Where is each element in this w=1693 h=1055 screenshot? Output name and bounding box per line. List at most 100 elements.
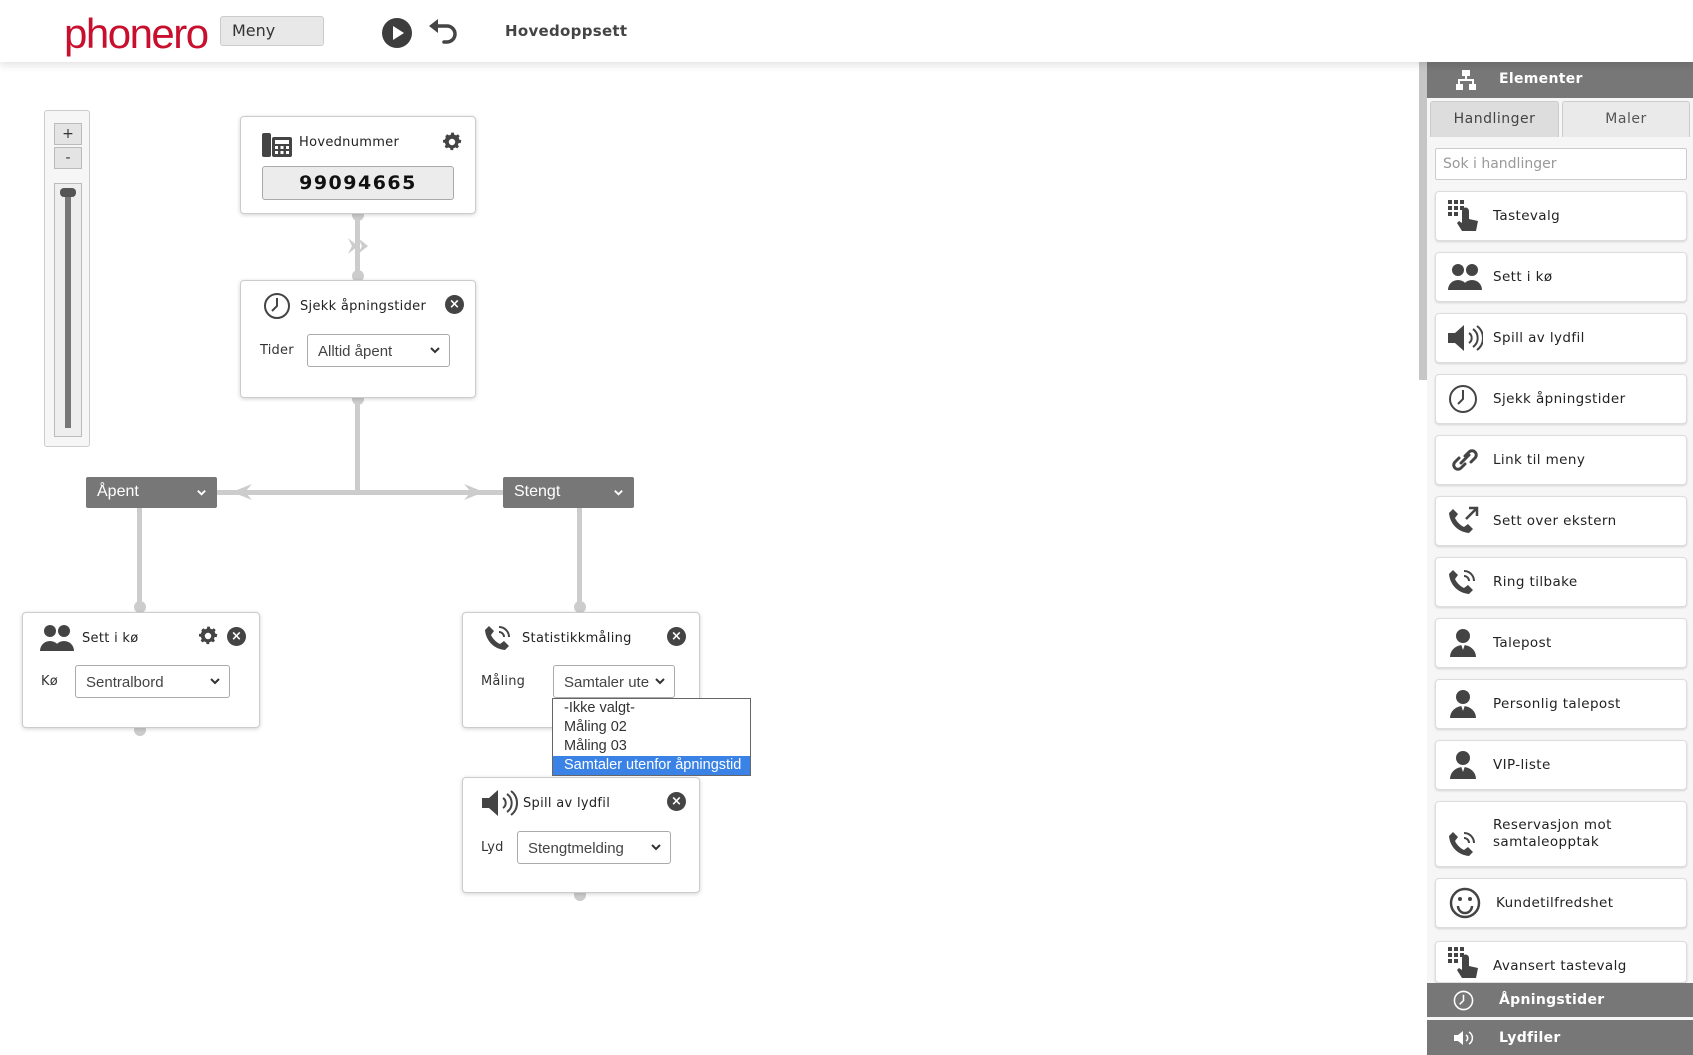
dropdown-option-selected[interactable]: Samtaler utenfor åpningstid: [553, 756, 750, 775]
zoom-in-button[interactable]: +: [54, 123, 82, 145]
action-label: Sett over ekstern: [1493, 513, 1617, 529]
gear-icon[interactable]: [441, 131, 463, 153]
action-item-tastevalg[interactable]: Tastevalg: [1435, 191, 1687, 241]
page-title: Hovedoppsett: [505, 22, 628, 40]
chevron-down-icon: [197, 490, 206, 496]
action-item-link-til-meny[interactable]: Link til meny: [1435, 435, 1687, 485]
flow-canvas[interactable]: [0, 62, 1418, 1055]
action-label: Sjekk åpningstider: [1493, 391, 1626, 407]
action-label: Talepost: [1493, 635, 1552, 651]
sidebar-section-label: Lydfiler: [1499, 1030, 1561, 1046]
stats-dropdown-list[interactable]: -Ikke valgt- Måling 02 Måling 03 Samtale…: [552, 698, 751, 776]
queue-select-value: Sentralbord: [86, 674, 164, 691]
field-label: Lyd: [481, 840, 504, 855]
node-title: Hovednummer: [299, 135, 400, 150]
link-icon: [1452, 449, 1478, 471]
branch-closed-select[interactable]: Stengt: [503, 477, 634, 508]
sidebar-section-apningstider[interactable]: Åpningstider: [1427, 983, 1693, 1017]
phone-signal-icon: [485, 626, 510, 650]
action-item-sett-i-ko[interactable]: Sett i kø: [1435, 252, 1687, 302]
dropdown-option[interactable]: -Ikke valgt-: [553, 699, 750, 718]
sidebar-section-lydfiler[interactable]: Lydfiler: [1427, 1020, 1693, 1055]
speaker-icon: [1448, 325, 1483, 351]
zoom-slider-track: [65, 190, 71, 428]
queue-select[interactable]: Sentralbord: [75, 665, 230, 698]
zoom-slider-handle[interactable]: [60, 188, 76, 197]
action-item-spill-av-lydfil[interactable]: Spill av lydfil: [1435, 313, 1687, 363]
keypad-icon: [1448, 200, 1478, 231]
play-button[interactable]: [382, 18, 412, 48]
speaker-icon: [482, 790, 518, 816]
dropdown-option[interactable]: Måling 02: [553, 718, 750, 737]
node-title: Sett i kø: [82, 631, 139, 646]
connector-line: [216, 490, 504, 495]
action-item-reservasjon-mot-samtaleopptak[interactable]: Reservasjon mot samtaleopptak: [1435, 801, 1687, 867]
action-label: Reservasjon mot samtaleopptak: [1493, 817, 1612, 850]
chevron-down-icon: [210, 678, 220, 685]
node-title: Spill av lydfil: [523, 796, 611, 811]
clock-icon: [1449, 385, 1477, 413]
action-item-personlig-talepost[interactable]: Personlig talepost: [1435, 679, 1687, 729]
keypad-icon: [1448, 947, 1478, 978]
zoom-out-button[interactable]: -: [54, 147, 82, 169]
close-icon[interactable]: ×: [227, 627, 246, 646]
menu-select[interactable]: Meny: [220, 16, 324, 46]
zoom-control: + -: [44, 110, 90, 447]
undo-icon[interactable]: [426, 16, 460, 50]
audio-select[interactable]: Stengtmelding: [517, 831, 671, 864]
connector-line: [355, 399, 360, 495]
node-title: Statistikkmåling: [522, 631, 632, 646]
user-icon: [1450, 751, 1476, 779]
action-label: Spill av lydfil: [1493, 330, 1585, 346]
node-check-hours[interactable]: Sjekk åpningstider × Tider Alltid åpent: [240, 280, 476, 398]
hours-select[interactable]: Alltid åpent: [307, 334, 450, 367]
field-label: Kø: [41, 674, 58, 689]
phone-signal-icon: [1449, 832, 1475, 856]
branch-open-select[interactable]: Åpent: [86, 477, 217, 508]
action-label: Link til meny: [1493, 452, 1586, 468]
close-icon[interactable]: ×: [667, 627, 686, 646]
action-label: Avansert tastevalg: [1493, 958, 1627, 974]
zoom-slider[interactable]: [54, 183, 82, 437]
sidebar-header-label: Elementer: [1499, 71, 1583, 87]
action-item-talepost[interactable]: Talepost: [1435, 618, 1687, 668]
chevron-down-icon: [614, 490, 623, 496]
phone-signal-icon: [1449, 570, 1475, 594]
sitemap-icon: [1456, 70, 1476, 90]
node-title: Sjekk åpningstider: [300, 299, 427, 314]
gear-icon[interactable]: [197, 625, 219, 647]
action-label: Sett i kø: [1493, 269, 1553, 285]
arrow-right-icon: [464, 484, 484, 500]
node-play-audio[interactable]: Spill av lydfil × Lyd Stengtmelding: [462, 777, 700, 893]
action-item-sjekk-apningstider[interactable]: Sjekk åpningstider: [1435, 374, 1687, 424]
tab-maler[interactable]: Maler: [1562, 101, 1690, 137]
close-icon[interactable]: ×: [667, 792, 686, 811]
action-label: Personlig talepost: [1493, 696, 1621, 712]
node-queue[interactable]: Sett i kø × Kø Sentralbord: [22, 612, 260, 728]
action-item-avansert-tastevalg[interactable]: Avansert tastevalg: [1435, 941, 1687, 983]
branch-open-label: Åpent: [97, 483, 139, 500]
stats-select[interactable]: Samtaler ute: [553, 665, 675, 698]
top-bar: phonero Meny Hovedoppsett: [0, 0, 1693, 62]
action-label: VIP-liste: [1493, 757, 1551, 773]
sidebar-header-elements[interactable]: Elementer: [1427, 62, 1693, 98]
action-item-ring-tilbake[interactable]: Ring tilbake: [1435, 557, 1687, 607]
search-actions-input[interactable]: Sok i handlinger: [1435, 148, 1687, 180]
action-item-sett-over-ekstern[interactable]: Sett over ekstern: [1435, 496, 1687, 546]
main-number-value: 99094665: [262, 166, 454, 200]
users-icon: [40, 625, 74, 651]
smiley-icon: [1449, 887, 1481, 919]
tab-handlinger[interactable]: Handlinger: [1430, 101, 1559, 137]
close-icon[interactable]: ×: [445, 295, 464, 314]
dropdown-option[interactable]: Måling 03: [553, 737, 750, 756]
phone-forward-icon: [1449, 506, 1479, 533]
action-label: Ring tilbake: [1493, 574, 1578, 590]
chevron-down-icon: [654, 675, 666, 687]
phone-icon: [262, 133, 292, 157]
action-item-vip-liste[interactable]: VIP-liste: [1435, 740, 1687, 790]
chevron-down-icon: [430, 347, 440, 354]
canvas-scrollbar[interactable]: [1419, 62, 1427, 380]
audio-select-value: Stengtmelding: [528, 840, 624, 857]
field-label: Tider: [260, 343, 294, 358]
action-item-kundetilfredshet[interactable]: Kundetilfredshet: [1435, 878, 1687, 928]
